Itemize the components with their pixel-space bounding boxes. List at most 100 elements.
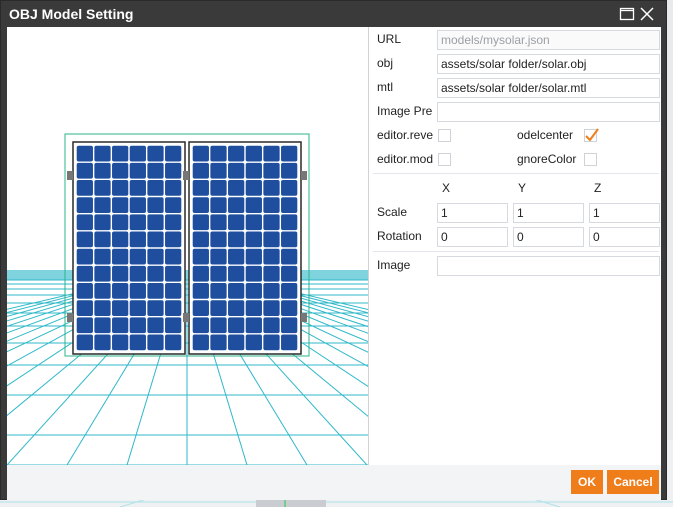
solar-cell xyxy=(76,317,93,334)
mounting-clip xyxy=(301,313,307,322)
solar-cell xyxy=(129,283,146,299)
solar-cell xyxy=(192,334,209,351)
model-center-checkbox[interactable] xyxy=(584,128,599,142)
solar-cell xyxy=(147,197,164,213)
solar-cell xyxy=(210,180,227,196)
solar-cell xyxy=(165,283,182,299)
solar-cell xyxy=(281,162,298,179)
solar-cell xyxy=(192,214,209,231)
mounting-clip xyxy=(183,171,189,180)
solar-cell xyxy=(263,162,280,179)
solar-cell xyxy=(210,317,227,334)
mounting-clip xyxy=(67,313,73,322)
solar-cell xyxy=(281,231,298,248)
scale-y-field[interactable] xyxy=(513,203,584,223)
solar-cell xyxy=(245,265,262,282)
editor-reverse-checkbox[interactable] xyxy=(438,129,451,142)
solar-cell xyxy=(112,180,129,196)
solar-cell xyxy=(245,162,262,179)
solar-cell xyxy=(263,265,280,282)
maximize-icon[interactable] xyxy=(619,6,635,22)
y-column-header: Y xyxy=(518,181,527,195)
solar-cell xyxy=(76,162,93,179)
solar-cell xyxy=(94,300,111,316)
solar-cell xyxy=(263,283,280,299)
solar-cell xyxy=(228,162,245,179)
solar-cell xyxy=(281,180,298,196)
cancel-button[interactable]: Cancel xyxy=(607,470,659,494)
scale-x-field[interactable] xyxy=(437,203,508,223)
solar-cell xyxy=(165,180,182,196)
rotation-x-field[interactable] xyxy=(437,227,508,247)
solar-cell xyxy=(112,300,129,316)
rotation-y-field[interactable] xyxy=(513,227,584,247)
solar-cell xyxy=(210,197,227,213)
image-preview-label: Image Pre xyxy=(377,104,433,118)
solar-cell xyxy=(94,283,111,299)
checkmark-icon xyxy=(585,128,599,142)
solar-cell xyxy=(192,283,209,299)
section-divider xyxy=(373,173,659,174)
image-field[interactable] xyxy=(437,256,660,276)
solar-cell xyxy=(263,180,280,196)
solar-cell xyxy=(228,145,245,162)
solar-cell xyxy=(245,180,262,196)
solar-cell xyxy=(210,283,227,299)
solar-cell xyxy=(192,197,209,213)
solar-cell xyxy=(165,265,182,282)
solar-cell xyxy=(147,265,164,282)
solar-cell xyxy=(147,214,164,231)
solar-cell xyxy=(210,265,227,282)
ignore-color-checkbox[interactable] xyxy=(584,153,597,166)
url-field[interactable] xyxy=(437,30,660,50)
dialog-title: OBJ Model Setting xyxy=(9,6,134,22)
solar-cell xyxy=(112,214,129,231)
editor-mode-label: editor.mod xyxy=(377,152,434,166)
solar-cell xyxy=(112,283,129,299)
solar-cell xyxy=(129,248,146,265)
solar-cell xyxy=(129,265,146,282)
solar-cell xyxy=(165,214,182,231)
solar-cell xyxy=(129,180,146,196)
solar-cell xyxy=(192,300,209,316)
solar-cell xyxy=(245,283,262,299)
solar-cell xyxy=(228,180,245,196)
solar-cell xyxy=(94,317,111,334)
solar-cell xyxy=(147,334,164,351)
solar-cell xyxy=(192,180,209,196)
close-icon[interactable] xyxy=(639,6,655,22)
solar-cell xyxy=(147,162,164,179)
solar-cell xyxy=(263,300,280,316)
solar-cell xyxy=(192,231,209,248)
mtl-field[interactable] xyxy=(437,78,660,98)
rotation-z-field[interactable] xyxy=(589,227,660,247)
solar-cell xyxy=(263,248,280,265)
model-preview-viewport[interactable] xyxy=(7,27,369,465)
x-column-header: X xyxy=(442,181,451,195)
solar-cell xyxy=(129,214,146,231)
mounting-clip xyxy=(183,313,189,322)
solar-cell xyxy=(94,180,111,196)
solar-cell xyxy=(245,334,262,351)
mtl-label: mtl xyxy=(377,80,393,94)
solar-cell xyxy=(112,162,129,179)
solar-cell xyxy=(192,265,209,282)
solar-cell xyxy=(165,300,182,316)
solar-cell xyxy=(129,145,146,162)
image-preview-field[interactable] xyxy=(437,102,660,122)
solar-cell xyxy=(245,300,262,316)
editor-mode-checkbox[interactable] xyxy=(438,153,451,166)
obj-model-setting-dialog: OBJ Model Setting URL obj mtl Image Pre xyxy=(0,0,667,500)
z-column-header: Z xyxy=(594,181,602,195)
solar-cell xyxy=(192,317,209,334)
dialog-titlebar[interactable]: OBJ Model Setting xyxy=(1,1,666,27)
solar-cell xyxy=(263,214,280,231)
obj-field[interactable] xyxy=(437,54,660,74)
solar-cell xyxy=(263,317,280,334)
solar-cell xyxy=(245,197,262,213)
scale-label: Scale xyxy=(377,205,408,219)
scale-z-field[interactable] xyxy=(589,203,660,223)
solar-cell xyxy=(281,214,298,231)
solar-cell xyxy=(112,334,129,351)
ok-button[interactable]: OK xyxy=(571,470,603,494)
